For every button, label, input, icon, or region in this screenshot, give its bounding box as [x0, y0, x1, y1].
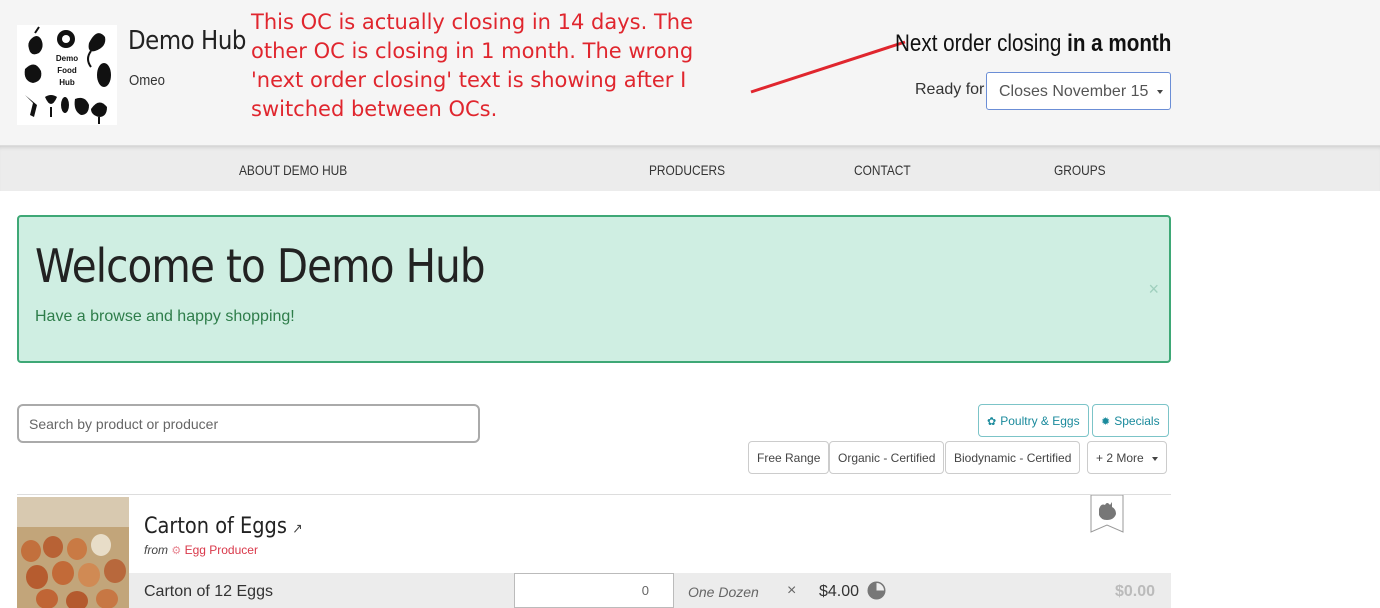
product-name-link[interactable]: Carton of Eggs ↗	[144, 514, 303, 539]
variant-row: Carton of 12 Eggs One Dozen × $4.00 $0.0…	[129, 573, 1171, 608]
tab-groups[interactable]: GROUPS	[1054, 162, 1106, 178]
filter-label: Specials	[1114, 414, 1160, 428]
order-cycle-value: Closes November 15	[999, 83, 1149, 100]
filter-more-dropdown[interactable]: + 2 More	[1087, 441, 1167, 474]
close-icon[interactable]: ×	[1148, 279, 1159, 300]
ready-for-label: Ready for	[915, 81, 985, 98]
shop-tabs-nav: ABOUT DEMO HUB PRODUCERS CONTACT GROUPS	[0, 145, 1380, 191]
next-order-closing: Next order closing in a month	[895, 30, 1171, 58]
hub-logo[interactable]: Demo Food Hub	[17, 25, 117, 125]
filter-label: + 2 More	[1096, 451, 1144, 465]
filter-label: Poultry & Eggs	[1000, 414, 1080, 428]
header: Demo Food Hub Demo Hub Omeo This OC is a…	[0, 0, 1380, 145]
chicken-icon	[1090, 495, 1124, 533]
producer-link[interactable]: ⚙ Egg Producer	[171, 543, 258, 557]
next-order-prefix: Next order closing	[894, 30, 1061, 57]
welcome-title: Welcome to Demo Hub	[35, 239, 486, 293]
annotation-text: This OC is actually closing in 14 days. …	[251, 10, 694, 121]
filter-biodynamic-certified[interactable]: Biodynamic - Certified	[945, 441, 1081, 474]
variant-total: $0.00	[1114, 583, 1155, 600]
caret-down-icon	[1156, 89, 1163, 94]
badge-icon: ✹	[1101, 416, 1111, 428]
divider	[17, 494, 1171, 495]
variant-price: $4.00	[819, 583, 860, 600]
product-producer-line: from ⚙ Egg Producer	[144, 543, 258, 557]
filter-organic-certified[interactable]: Organic - Certified	[829, 441, 945, 474]
annotation-arrow	[750, 40, 906, 94]
filter-free-range[interactable]: Free Range	[748, 441, 830, 474]
tractor-icon: ⚙	[171, 545, 182, 557]
tab-contact[interactable]: CONTACT	[854, 162, 911, 178]
caret-down-icon	[1151, 456, 1158, 461]
times-icon: ×	[787, 582, 797, 599]
next-order-value: in a month	[1066, 30, 1171, 57]
variant-unit: One Dozen	[688, 584, 759, 600]
filter-specials[interactable]: ✹ Specials	[1092, 404, 1169, 437]
chicken-icon: ✿	[987, 416, 997, 428]
tab-about[interactable]: ABOUT DEMO HUB	[239, 162, 347, 178]
external-link-icon: ↗	[292, 521, 303, 537]
from-label: from	[144, 543, 168, 557]
logo-text-line: Food	[57, 66, 77, 75]
product-name: Carton of Eggs	[144, 514, 287, 539]
search-input[interactable]	[17, 404, 480, 443]
variant-name: Carton of 12 Eggs	[144, 583, 273, 600]
price-breakdown-icon[interactable]	[867, 581, 886, 600]
logo-text-line: Hub	[59, 78, 75, 87]
welcome-message: Have a browse and happy shopping!	[35, 308, 295, 325]
logo-text-line: Demo	[55, 54, 79, 63]
order-cycle-select[interactable]: Closes November 15	[986, 72, 1171, 110]
hub-location: Omeo	[129, 72, 165, 89]
quantity-input[interactable]	[514, 573, 674, 608]
producer-name: Egg Producer	[184, 543, 258, 557]
product-image[interactable]	[17, 497, 129, 608]
tab-producers[interactable]: PRODUCERS	[649, 162, 725, 178]
welcome-panel: Welcome to Demo Hub Have a browse and ha…	[17, 215, 1171, 363]
eggs-photo	[17, 497, 129, 608]
hub-name: Demo Hub	[128, 26, 246, 56]
filter-poultry-eggs[interactable]: ✿ Poultry & Eggs	[978, 404, 1089, 437]
